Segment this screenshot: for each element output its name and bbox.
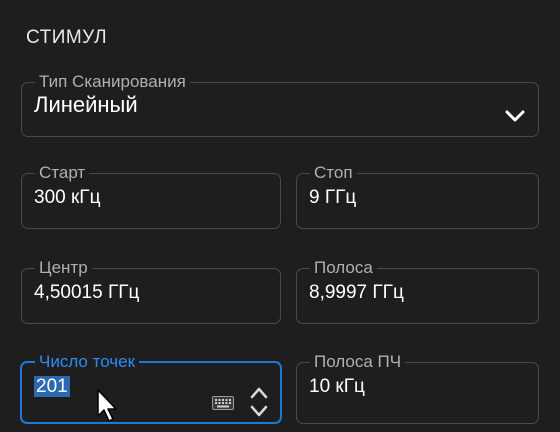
if-bandwidth-label: Полоса ПЧ <box>314 352 402 371</box>
center-field[interactable]: Центр 4,50015 ГГц <box>21 258 281 324</box>
scan-type-label: Тип Сканирования <box>39 72 186 91</box>
stop-value: 9 ГГц <box>309 187 357 208</box>
chevron-down-icon[interactable] <box>504 108 526 124</box>
points-field[interactable]: Число точек 201 <box>20 352 282 424</box>
keyboard-icon[interactable] <box>212 396 234 410</box>
span-label: Полоса <box>314 258 373 277</box>
mouse-cursor-icon <box>97 389 117 422</box>
center-value: 4,50015 ГГц <box>34 282 140 303</box>
span-field[interactable]: Полоса 8,9997 ГГц <box>296 258 539 324</box>
span-value: 8,9997 ГГц <box>309 282 404 303</box>
scan-type-value: Линейный <box>34 92 138 117</box>
points-label: Число точек <box>39 352 136 371</box>
if-bandwidth-value: 10 кГц <box>309 376 365 397</box>
points-value-wrapper: 201 <box>34 376 280 398</box>
section-title: СТИМУЛ <box>26 27 108 48</box>
if-bandwidth-field[interactable]: Полоса ПЧ 10 кГц <box>296 352 539 424</box>
stop-field[interactable]: Стоп 9 ГГц <box>296 163 539 229</box>
start-label: Старт <box>39 163 86 182</box>
start-field[interactable]: Старт 300 кГц <box>21 163 281 229</box>
stop-label: Стоп <box>314 163 353 182</box>
center-label: Центр <box>39 258 88 277</box>
points-value[interactable]: 201 <box>34 376 70 397</box>
start-value: 300 кГц <box>34 187 101 208</box>
scan-type-dropdown[interactable]: Тип Сканирования Линейный <box>21 72 539 137</box>
stepper-icon[interactable] <box>250 384 268 420</box>
